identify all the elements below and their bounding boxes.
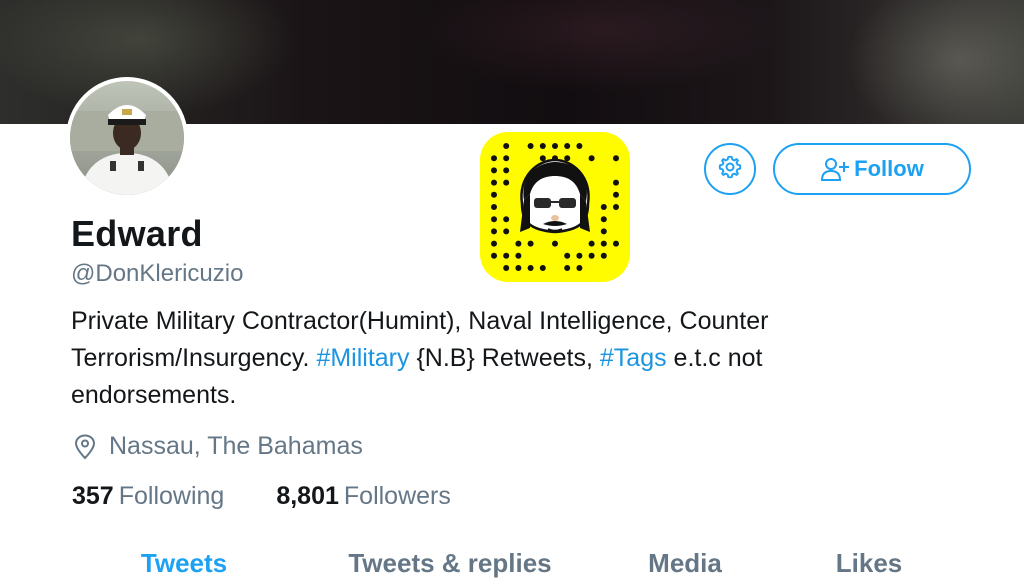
- snapcode-dot: [503, 179, 510, 186]
- gear-icon: [717, 154, 743, 185]
- snapcode-dot: [613, 191, 619, 198]
- followers-label: Followers: [343, 482, 451, 510]
- add-person-icon: [820, 156, 850, 182]
- tab-media[interactable]: Media: [630, 548, 740, 579]
- snapcode-dot: [503, 228, 510, 235]
- profile-name: Edward: [71, 213, 203, 254]
- snapcode-image: [480, 132, 630, 282]
- tab-tweets[interactable]: Tweets: [118, 548, 250, 579]
- profile-bio: Private Military Contractor(Humint), Nav…: [71, 303, 901, 414]
- snapcode-dot: [491, 252, 497, 259]
- snapcode-dot: [527, 143, 534, 149]
- snapcode-dot: [613, 204, 619, 210]
- snapcode-dot: [491, 216, 497, 223]
- profile-handle: @DonKlericuzio: [71, 260, 244, 287]
- snapcode-dot: [613, 240, 619, 247]
- snapcode-dot: [600, 216, 607, 223]
- bio-text: {N.B} Retweets,: [409, 344, 600, 372]
- snapcode-dot: [552, 240, 558, 247]
- snapcode-dot: [515, 240, 522, 247]
- snapcode-dot: [503, 265, 510, 271]
- snapcode-dot: [576, 252, 583, 259]
- hashtag-link[interactable]: #Military: [316, 344, 409, 372]
- profile-location: Nassau, The Bahamas: [73, 432, 363, 461]
- snapcode-dot: [576, 143, 583, 149]
- snapcode-dot: [613, 179, 619, 186]
- snapcode-dot: [613, 155, 619, 162]
- following-count: 357: [72, 482, 114, 510]
- snapcode-dot: [564, 252, 571, 259]
- settings-button[interactable]: [704, 143, 756, 195]
- following-label: Following: [118, 482, 225, 510]
- tab-tweets-and-replies[interactable]: Tweets & replies: [330, 548, 570, 579]
- snapcode-dot: [491, 155, 497, 162]
- followers-stat[interactable]: 8,801 Followers: [276, 482, 451, 511]
- snapcode-dot: [515, 252, 522, 259]
- snapcode-dot: [503, 167, 510, 174]
- snapcode-dot: [515, 265, 522, 271]
- profile-tabs: Tweets Tweets & replies Media Likes: [0, 548, 1024, 586]
- snapcode-dot: [588, 252, 595, 259]
- snapcode-dot: [539, 265, 546, 271]
- snapcode-dot: [564, 265, 571, 271]
- snapcode-dot: [600, 228, 607, 235]
- profile-avatar[interactable]: [66, 77, 188, 199]
- snapcode-dot: [527, 265, 534, 271]
- snapcode-dot: [576, 265, 583, 271]
- location-text: Nassau, The Bahamas: [109, 432, 363, 460]
- location-pin-icon: [73, 433, 97, 460]
- snapcode-dot: [491, 179, 497, 186]
- snapcode-dot: [503, 143, 510, 149]
- snapcode-dot: [491, 191, 497, 198]
- snapcode-dot: [539, 143, 546, 149]
- snapcode-dot: [600, 252, 607, 259]
- snapcode-dot: [600, 240, 607, 247]
- hashtag-link[interactable]: #Tags: [600, 344, 667, 372]
- snapcode-dot: [491, 228, 497, 235]
- snapcode-dot: [588, 155, 595, 162]
- tab-likes[interactable]: Likes: [815, 548, 923, 579]
- followers-count: 8,801: [276, 482, 339, 510]
- following-stat[interactable]: 357 Following: [72, 482, 224, 511]
- snapcode-dot: [503, 155, 510, 162]
- follow-button[interactable]: Follow: [773, 143, 971, 195]
- snapcode-dot: [491, 240, 497, 247]
- snapcode-dot: [503, 216, 510, 223]
- snapcode-dot: [503, 252, 510, 259]
- snapcode-dot: [527, 240, 534, 247]
- follow-button-label: Follow: [854, 156, 924, 181]
- snapcode-dot: [564, 143, 571, 149]
- snapcode-dot: [491, 204, 497, 210]
- snapcode-dot: [588, 240, 595, 247]
- snapcode-dot: [600, 204, 607, 210]
- snapcode-dot: [552, 143, 558, 149]
- snapcode-dot: [491, 167, 497, 174]
- profile-stats: 357 Following 8,801 Followers: [72, 482, 503, 511]
